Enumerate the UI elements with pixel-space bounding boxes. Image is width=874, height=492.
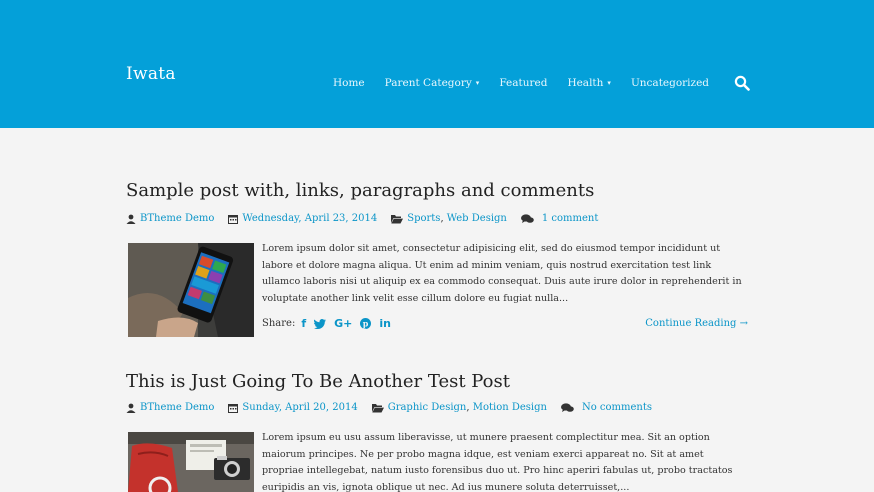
- comments-icon: [560, 402, 574, 412]
- nav-item-uncategorized[interactable]: Uncategorized: [631, 77, 709, 89]
- calendar-icon: [228, 403, 239, 413]
- user-icon: [126, 214, 136, 224]
- post-excerpt: Lorem ipsum dolor sit amet, consectetur …: [262, 243, 742, 304]
- comments-icon: [520, 213, 534, 223]
- post-title[interactable]: This is Just Going To Be Another Test Po…: [126, 371, 510, 392]
- search-icon[interactable]: [734, 75, 750, 91]
- post-date[interactable]: Wednesday, April 23, 2014: [242, 213, 377, 224]
- post-comments-link[interactable]: 1 comment: [542, 213, 599, 224]
- post-meta: BTheme Demo Sunday, April 20, 2014 Graph…: [126, 402, 666, 413]
- nav-item-parent-category[interactable]: Parent Category ▾: [385, 77, 480, 89]
- share-bar: Share: f G+ p in: [262, 317, 399, 330]
- post-category[interactable]: Sports: [407, 213, 440, 224]
- user-icon: [126, 403, 136, 413]
- post-comments-link[interactable]: No comments: [582, 402, 652, 413]
- post-category[interactable]: Motion Design: [473, 402, 547, 413]
- post-title[interactable]: Sample post with, links, paragraphs and …: [126, 180, 594, 201]
- folder-open-icon: [371, 403, 384, 412]
- chevron-down-icon: ▾: [607, 79, 611, 87]
- post-meta: BTheme Demo Wednesday, April 23, 2014 Sp…: [126, 213, 612, 224]
- post-thumbnail[interactable]: [128, 432, 254, 492]
- main-nav: Home Parent Category ▾ Featured Health ▾ U…: [333, 77, 729, 89]
- twitter-icon[interactable]: [314, 318, 327, 329]
- svg-text:p: p: [363, 319, 369, 329]
- site-title[interactable]: Iwata: [126, 64, 176, 84]
- site-header: Iwata Home Parent Category ▾ Featured Hea…: [0, 0, 874, 128]
- share-label: Share:: [262, 318, 296, 329]
- post-excerpt: Lorem ipsum eu usu assum liberavisse, ut…: [262, 432, 733, 492]
- calendar-icon: [228, 214, 239, 224]
- google-plus-icon[interactable]: G+: [334, 317, 352, 330]
- post-author[interactable]: BTheme Demo: [140, 213, 214, 224]
- post-author[interactable]: BTheme Demo: [140, 402, 214, 413]
- folder-open-icon: [391, 214, 404, 223]
- pinterest-icon[interactable]: p: [360, 318, 372, 329]
- nav-item-featured[interactable]: Featured: [499, 77, 547, 89]
- linkedin-icon[interactable]: in: [379, 317, 391, 330]
- post-category[interactable]: Web Design: [447, 213, 507, 224]
- chevron-down-icon: ▾: [475, 79, 480, 87]
- nav-item-health[interactable]: Health ▾: [567, 77, 611, 89]
- post-category[interactable]: Graphic Design: [388, 402, 467, 413]
- travel-items-image: [128, 432, 254, 492]
- continue-reading-link[interactable]: Continue Reading →: [645, 318, 748, 329]
- facebook-icon[interactable]: f: [301, 317, 306, 330]
- phone-photo-image: [128, 243, 254, 337]
- post-date[interactable]: Sunday, April 20, 2014: [242, 402, 357, 413]
- post-thumbnail[interactable]: [128, 243, 254, 337]
- nav-item-home[interactable]: Home: [333, 77, 365, 89]
